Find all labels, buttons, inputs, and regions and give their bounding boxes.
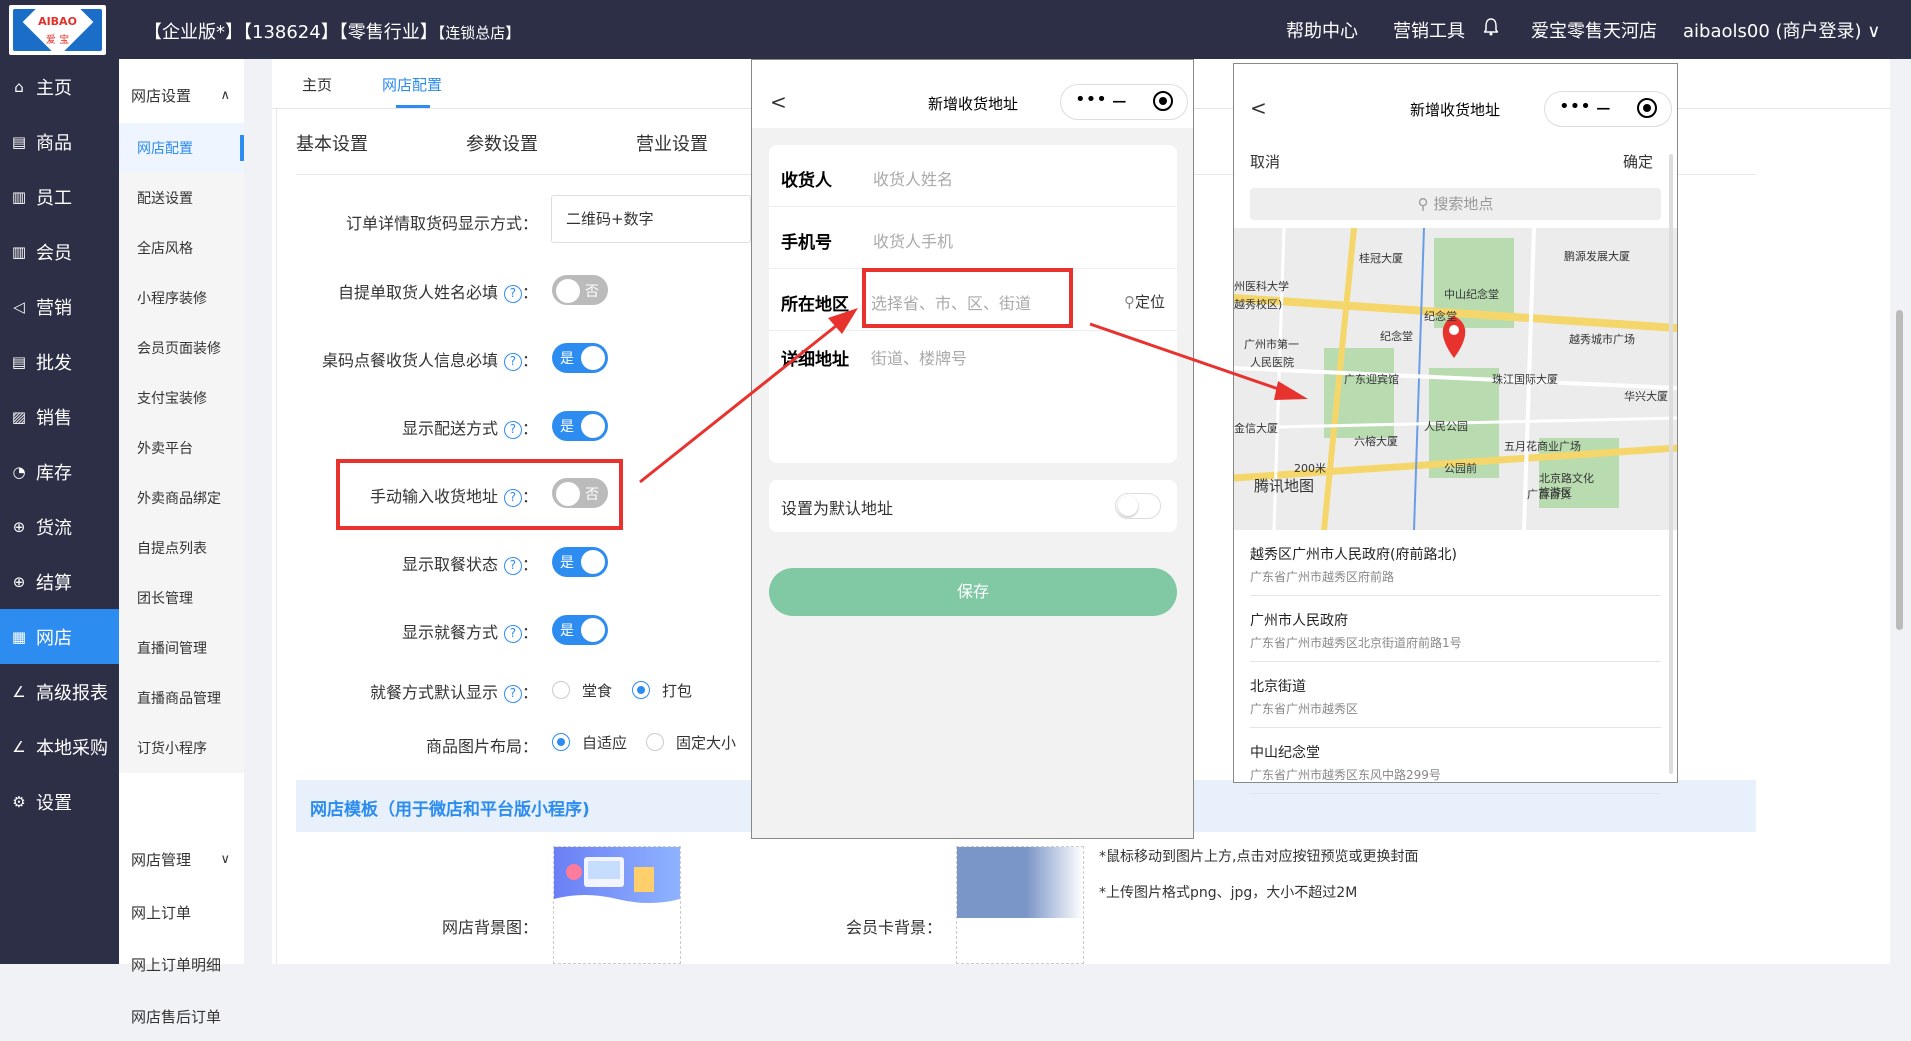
- arrow-to-region-field: [639, 316, 847, 484]
- arrow-head: [1274, 381, 1308, 400]
- annotation-arrows: [639, 308, 1308, 484]
- page-scrollbar[interactable]: [1896, 310, 1903, 630]
- subnav-management-item-2[interactable]: 网店售后订单: [119, 991, 244, 1041]
- arrow-to-map: [1089, 322, 1291, 395]
